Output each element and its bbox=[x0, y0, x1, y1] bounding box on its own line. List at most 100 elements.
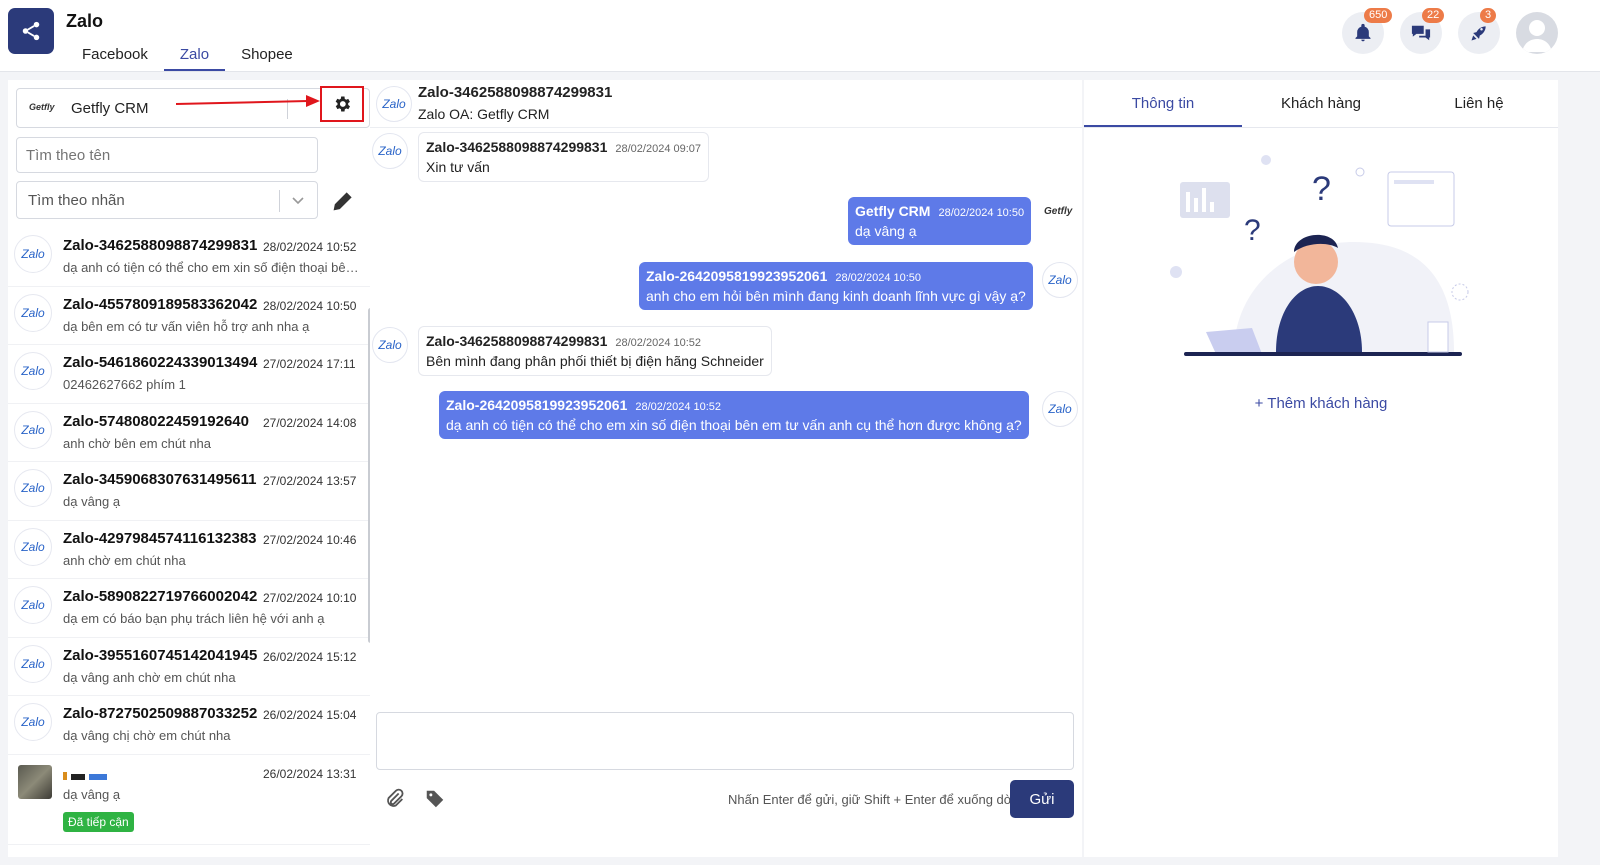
conversation-preview: dạ bên em có tư vấn viên hỗ trợ anh nha … bbox=[63, 318, 310, 334]
conversation-item[interactable]: Zalo Zalo-3459068307631495611 27/02/2024 1… bbox=[8, 462, 376, 521]
messages-button[interactable]: 22 bbox=[1400, 8, 1445, 54]
empty-state-illustration: ??? bbox=[1170, 155, 1469, 356]
conversation-item[interactable]: Zalo Zalo-8727502509887033252 26/02/2024 1… bbox=[8, 696, 376, 755]
conversation-name: Zalo-3459068307631495611 bbox=[63, 471, 257, 488]
conversation-item[interactable]: Zalo Zalo-3462588098874299831 28/02/2024 1… bbox=[8, 228, 376, 287]
zalo-avatar: Zalo bbox=[14, 410, 52, 449]
conversation-panel: Getfly Getfly CRM Tìm theo nhãn ZaloZalo… bbox=[8, 80, 376, 857]
tag-icon[interactable] bbox=[424, 788, 446, 810]
conversation-item[interactable]: Zalo Zalo-3955160745142041945 26/02/2024 1… bbox=[8, 638, 376, 696]
conversation-item[interactable]: 26/02/2024 13:31 dạ vâng ạ Đã tiếp cận bbox=[8, 755, 376, 845]
zalo-avatar: Zalo bbox=[1042, 262, 1078, 298]
getfly-logo: Getfly bbox=[1044, 206, 1073, 217]
message-sender: Zalo-2642095819923952061 bbox=[646, 268, 828, 284]
message-time: 28/02/2024 10:52 bbox=[635, 401, 722, 413]
conversation-time: 26/02/2024 15:12 bbox=[263, 649, 357, 664]
conversation-time: 28/02/2024 10:52 bbox=[263, 240, 357, 254]
updates-button[interactable]: 3 bbox=[1458, 8, 1500, 54]
message-text: anh cho em hỏi bên mình đang kinh doanh … bbox=[646, 288, 1026, 304]
tag-filter-select[interactable]: Tìm theo nhãn bbox=[16, 181, 318, 219]
zalo-avatar: Zalo bbox=[14, 527, 52, 566]
chat-header: Zalo Zalo-3462588098874299831 Zalo OA: G… bbox=[370, 80, 1082, 128]
conversation-item[interactable]: Zalo Zalo-5890822719766002042 27/02/2024 1… bbox=[8, 579, 376, 638]
tab-shopee[interactable]: Shopee bbox=[225, 40, 309, 71]
contact-avatar bbox=[18, 764, 52, 799]
bell-icon bbox=[1355, 23, 1371, 42]
conversation-item[interactable]: Zalo Zalo-5461860224339013494 27/02/2024 1… bbox=[8, 345, 376, 404]
message-bubble: Getfly CRM 28/02/2024 10:50 dạ vâng ạ bbox=[848, 197, 1032, 245]
conversation-item[interactable]: Zalo Zalo-4557809189583362042 28/02/2024 1… bbox=[8, 287, 376, 345]
settings-button[interactable] bbox=[320, 86, 364, 122]
message-sender: Zalo-2642095819923952061 bbox=[446, 397, 628, 413]
tab-zalo[interactable]: Zalo bbox=[163, 40, 226, 71]
chevron-down-icon bbox=[292, 197, 304, 205]
message-input[interactable] bbox=[376, 712, 1074, 770]
conversation-name: Zalo-574808022459192640 bbox=[63, 412, 249, 430]
conversation-preview: anh chờ bên em chút nha bbox=[63, 435, 212, 451]
conversation-time: 28/02/2024 10:50 bbox=[263, 298, 357, 313]
conversation-time: 27/02/2024 17:11 bbox=[263, 357, 356, 371]
status-badge: Đã tiếp cận bbox=[63, 811, 134, 832]
channel-tabs: Facebook Zalo Shopee bbox=[66, 40, 309, 71]
zalo-avatar: Zalo bbox=[14, 703, 52, 741]
rocket-icon bbox=[1471, 26, 1486, 41]
chat-subtitle: Zalo OA: Getfly CRM bbox=[418, 106, 550, 122]
conversation-name: Zalo-3955160745142041945 bbox=[63, 646, 258, 664]
info-panel: Thông tin Khách hàng Liên hệ ??? + Thêm … bbox=[1084, 80, 1558, 857]
tab-info[interactable]: Thông tin bbox=[1084, 80, 1242, 127]
zalo-avatar: Zalo bbox=[14, 352, 52, 390]
conversation-name: Zalo-3462588098874299831 bbox=[63, 237, 258, 254]
tag-filter-placeholder: Tìm theo nhãn bbox=[28, 192, 125, 209]
zalo-avatar: Zalo bbox=[14, 644, 52, 683]
conversation-preview: dạ anh có tiện có thể cho em xin số điện… bbox=[63, 260, 363, 275]
tab-customer[interactable]: Khách hàng bbox=[1242, 80, 1400, 127]
message-bubble: Zalo-2642095819923952061 28/02/2024 10:50… bbox=[639, 262, 1033, 310]
share-icon[interactable] bbox=[8, 8, 54, 54]
message-time: 28/02/2024 09:07 bbox=[615, 143, 702, 155]
tab-facebook[interactable]: Facebook bbox=[66, 40, 164, 71]
zalo-avatar: Zalo bbox=[1042, 391, 1078, 427]
zalo-avatar: Zalo bbox=[14, 586, 52, 624]
zalo-avatar: Zalo bbox=[372, 327, 408, 363]
conversation-item[interactable]: Zalo Zalo-4297984574116132383 27/02/2024 1… bbox=[8, 521, 376, 579]
conversation-preview: dạ vâng ạ bbox=[63, 494, 121, 509]
message-time: 28/02/2024 10:50 bbox=[835, 272, 922, 284]
conversation-preview: 02462627662 phím 1 bbox=[63, 377, 186, 392]
send-hint: Nhấn Enter để gửi, giữ Shift + Enter để … bbox=[728, 792, 1026, 807]
message-text: dạ anh có tiện có thể cho em xin số điện… bbox=[446, 417, 1022, 433]
notification-count-badge: 650 bbox=[1364, 8, 1393, 23]
conversation-preview: dạ vâng anh chờ em chút nha bbox=[63, 669, 236, 685]
conversation-time: 27/02/2024 10:46 bbox=[263, 532, 357, 547]
message-time: 28/02/2024 10:50 bbox=[938, 207, 1025, 219]
conversation-name: Zalo-5890822719766002042 bbox=[63, 588, 258, 605]
zalo-avatar: Zalo bbox=[14, 235, 52, 273]
message-text: Bên mình đang phân phối thiết bị điện hã… bbox=[426, 353, 764, 369]
add-customer-link[interactable]: + Thêm khách hàng bbox=[1084, 395, 1558, 412]
redacted-name-blocks bbox=[63, 767, 108, 784]
conversation-preview: dạ vâng ạ bbox=[63, 786, 121, 802]
user-avatar[interactable] bbox=[1516, 12, 1558, 54]
zalo-avatar: Zalo bbox=[372, 133, 408, 169]
annotation-arrow bbox=[176, 95, 320, 107]
conversation-item[interactable]: Zalo Zalo-574808022459192640 27/02/2024 14… bbox=[8, 404, 376, 462]
message-bubble: Zalo-2642095819923952061 28/02/2024 10:52… bbox=[439, 391, 1029, 439]
conversation-time: 27/02/2024 10:10 bbox=[263, 591, 357, 605]
chat-title: Zalo-3462588098874299831 bbox=[418, 84, 613, 101]
notifications-button[interactable]: 650 bbox=[1342, 8, 1393, 54]
search-name-input[interactable] bbox=[16, 137, 318, 173]
paperclip-icon[interactable] bbox=[384, 788, 406, 810]
message-time: 28/02/2024 10:52 bbox=[615, 337, 702, 349]
conversation-preview: dạ em có báo bạn phụ trách liên hệ với a… bbox=[63, 611, 325, 626]
conversation-name: Zalo-4297984574116132383 bbox=[63, 529, 257, 547]
tab-contact[interactable]: Liên hệ bbox=[1400, 80, 1558, 127]
svg-text:?: ? bbox=[1244, 214, 1261, 247]
message-sender: Zalo-3462588098874299831 bbox=[426, 139, 608, 155]
send-button[interactable]: Gửi bbox=[1010, 780, 1074, 818]
divider bbox=[279, 190, 280, 212]
edit-tags-icon[interactable] bbox=[332, 190, 354, 212]
gear-icon bbox=[335, 96, 350, 112]
info-tabs: Thông tin Khách hàng Liên hệ bbox=[1084, 80, 1558, 128]
svg-text:?: ? bbox=[1312, 170, 1331, 208]
message-sender: Zalo-3462588098874299831 bbox=[426, 333, 608, 349]
conversation-time: 27/02/2024 14:08 bbox=[263, 415, 357, 430]
